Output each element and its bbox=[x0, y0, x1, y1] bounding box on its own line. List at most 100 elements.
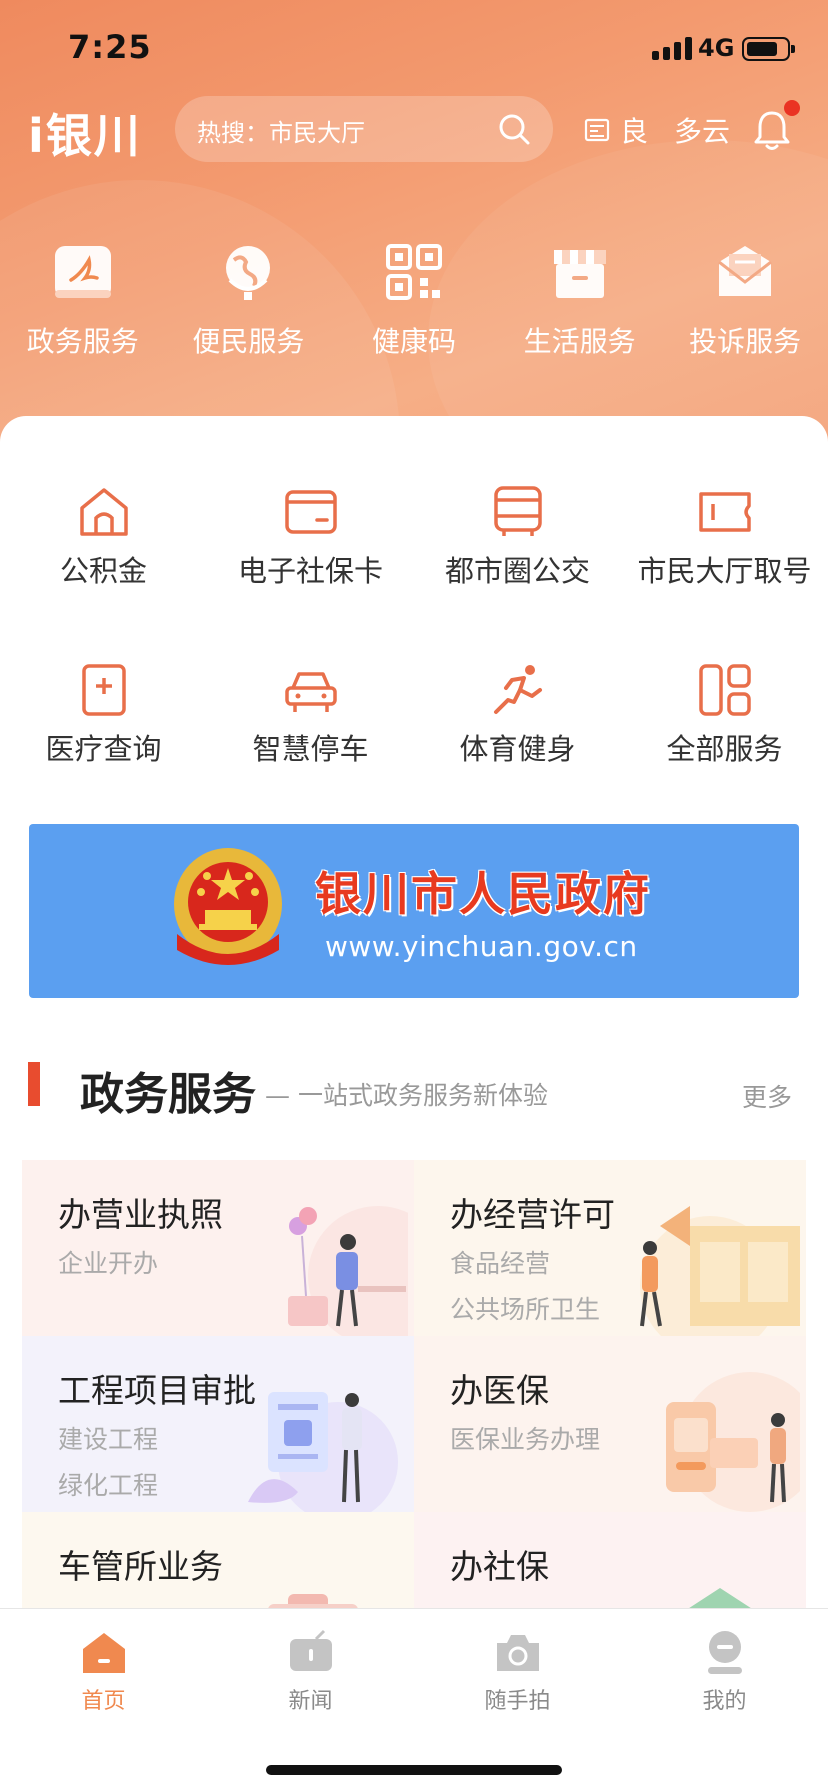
tile-title: 办医保 bbox=[450, 1371, 549, 1410]
service-smart-parking[interactable]: 智慧停车 bbox=[207, 662, 414, 810]
quick-service-label: 政务服务 bbox=[26, 325, 139, 358]
status-time: 7:25 bbox=[68, 28, 152, 66]
search-icon bbox=[499, 114, 530, 145]
envelope-icon bbox=[718, 246, 773, 296]
government-service-tiles: 办营业执照 企业开办 办经营许可 食品经营 公共场所卫生 工程项目审批 建设工程… bbox=[22, 1160, 806, 1608]
service-label: 都市圈公交 bbox=[444, 554, 590, 588]
tile-title: 工程项目审批 bbox=[58, 1371, 256, 1410]
house-illustration bbox=[689, 1588, 751, 1608]
service-city-bus[interactable]: 都市圈公交 bbox=[414, 484, 621, 632]
service-label: 智慧停车 bbox=[252, 732, 369, 766]
service-all-services[interactable]: 全部服务 bbox=[621, 662, 828, 810]
tile-subtitle: 医保业务办理 bbox=[450, 1425, 601, 1454]
tab-snapshot[interactable]: 随手拍 bbox=[414, 1629, 621, 1715]
globe-icon bbox=[226, 246, 271, 300]
service-label: 医疗查询 bbox=[45, 732, 162, 766]
section-header: 政务服务 — 一站式政务服务新体验 更多 bbox=[0, 1058, 828, 1120]
tile-business-license[interactable]: 办营业执照 企业开办 bbox=[22, 1160, 414, 1336]
shop-icon bbox=[553, 250, 606, 298]
tile-vehicle-management[interactable]: 车管所业务 bbox=[22, 1512, 414, 1608]
tab-home[interactable]: 首页 bbox=[0, 1629, 207, 1715]
header-top-row: i银川 热搜：市民大厅 良 多云 bbox=[0, 96, 828, 166]
tile-subtitle: 食品经营 bbox=[450, 1249, 551, 1278]
quick-services: 政务服务 便民服务 健康码 生活服务 投诉服务 bbox=[0, 240, 828, 360]
home-indicator bbox=[266, 1765, 562, 1775]
section-title: 政务服务 bbox=[80, 1069, 256, 1120]
service-grid: 公积金 电子社保卡 都市圈公交 市民大厅取号 医疗查询 智慧停车 体育健身 全部… bbox=[0, 484, 828, 810]
quick-service-complaint[interactable]: 投诉服务 bbox=[662, 240, 828, 360]
home-icon bbox=[82, 1633, 125, 1673]
notification-bell-icon[interactable] bbox=[752, 108, 792, 152]
search-bar[interactable]: 热搜：市民大厅 bbox=[175, 96, 553, 162]
shop-front-illustration bbox=[640, 1206, 800, 1336]
quick-service-government[interactable]: 政务服务 bbox=[0, 240, 166, 360]
card-icon bbox=[284, 490, 337, 534]
tile-project-approval[interactable]: 工程项目审批 建设工程 绿化工程 bbox=[22, 1336, 414, 1512]
battery-fill bbox=[747, 42, 777, 56]
grid-icon bbox=[698, 664, 751, 716]
notification-badge-dot bbox=[784, 100, 800, 116]
ticket-icon bbox=[698, 492, 751, 532]
quick-service-label: 生活服务 bbox=[523, 325, 636, 358]
tile-medical-insurance[interactable]: 办医保 医保业务办理 bbox=[414, 1336, 806, 1512]
network-type: 4G bbox=[698, 34, 735, 62]
quick-service-convenience[interactable]: 便民服务 bbox=[166, 240, 332, 360]
medical-plus-icon bbox=[81, 664, 126, 716]
mobile-payment-illustration bbox=[666, 1372, 800, 1512]
tile-title: 办经营许可 bbox=[450, 1195, 615, 1234]
air-quality-icon bbox=[584, 118, 610, 142]
tile-subtitle: 企业开办 bbox=[58, 1249, 159, 1278]
profile-icon bbox=[707, 1631, 742, 1674]
service-citizen-hall-ticket[interactable]: 市民大厅取号 bbox=[621, 484, 828, 632]
house-icon bbox=[79, 488, 128, 536]
search-placeholder: 热搜：市民大厅 bbox=[197, 119, 365, 147]
status-bar: 7:25 4G bbox=[0, 0, 828, 100]
quick-service-label: 健康码 bbox=[371, 325, 456, 358]
tab-label: 我的 bbox=[702, 1689, 747, 1714]
tile-business-permit[interactable]: 办经营许可 食品经营 公共场所卫生 bbox=[414, 1160, 806, 1336]
bus-icon bbox=[493, 486, 542, 536]
government-service-icon bbox=[54, 246, 111, 298]
banner-title: 银川市人民政府 bbox=[315, 867, 651, 921]
tile-social-insurance[interactable]: 办社保 bbox=[414, 1512, 806, 1608]
service-label: 公积金 bbox=[59, 554, 147, 588]
runner-icon bbox=[493, 665, 542, 714]
app-logo: i银川 bbox=[28, 109, 142, 163]
battery-icon bbox=[742, 37, 795, 61]
service-label: 全部服务 bbox=[666, 732, 783, 766]
service-sports-fitness[interactable]: 体育健身 bbox=[414, 662, 621, 810]
service-label: 市民大厅取号 bbox=[637, 554, 812, 588]
qr-code-icon bbox=[385, 244, 442, 300]
signal-strength-icon bbox=[652, 36, 692, 60]
tab-news[interactable]: 新闻 bbox=[207, 1629, 414, 1715]
tile-title: 办社保 bbox=[450, 1547, 549, 1586]
service-social-security-card[interactable]: 电子社保卡 bbox=[207, 484, 414, 632]
tab-label: 新闻 bbox=[288, 1689, 333, 1714]
tile-title: 车管所业务 bbox=[58, 1547, 223, 1586]
tab-label: 首页 bbox=[81, 1689, 126, 1714]
service-housing-fund[interactable]: 公积金 bbox=[0, 484, 207, 632]
car-icon bbox=[284, 672, 337, 712]
service-medical-query[interactable]: 医疗查询 bbox=[0, 662, 207, 810]
tile-subtitle: 绿化工程 bbox=[58, 1471, 159, 1500]
more-link[interactable]: 更多 bbox=[742, 1078, 792, 1114]
tile-subtitle: 公共场所卫生 bbox=[450, 1295, 601, 1324]
section-accent-bar bbox=[28, 1062, 40, 1106]
camera-icon bbox=[496, 1635, 539, 1671]
radio-icon bbox=[289, 1629, 332, 1671]
quick-service-life[interactable]: 生活服务 bbox=[497, 240, 663, 360]
vehicle-illustration bbox=[268, 1594, 358, 1608]
document-review-illustration bbox=[248, 1392, 398, 1512]
national-emblem-icon bbox=[174, 848, 282, 965]
tile-subtitle: 建设工程 bbox=[58, 1425, 159, 1454]
tab-profile[interactable]: 我的 bbox=[621, 1629, 828, 1715]
air-quality-label: 良 bbox=[620, 115, 649, 148]
tab-label: 随手拍 bbox=[484, 1689, 551, 1714]
banner-url: www.yinchuan.gov.cn bbox=[325, 930, 638, 963]
quick-service-label: 投诉服务 bbox=[689, 325, 802, 358]
government-banner[interactable]: 银川市人民政府 www.yinchuan.gov.cn bbox=[29, 824, 799, 998]
section-subtitle: — 一站式政务服务新体验 bbox=[265, 1081, 548, 1110]
bottom-tab-bar: 首页 新闻 随手拍 我的 bbox=[0, 1608, 828, 1792]
quick-service-health-code[interactable]: 健康码 bbox=[331, 240, 497, 360]
weather-widget[interactable]: 良 多云 bbox=[584, 110, 730, 150]
